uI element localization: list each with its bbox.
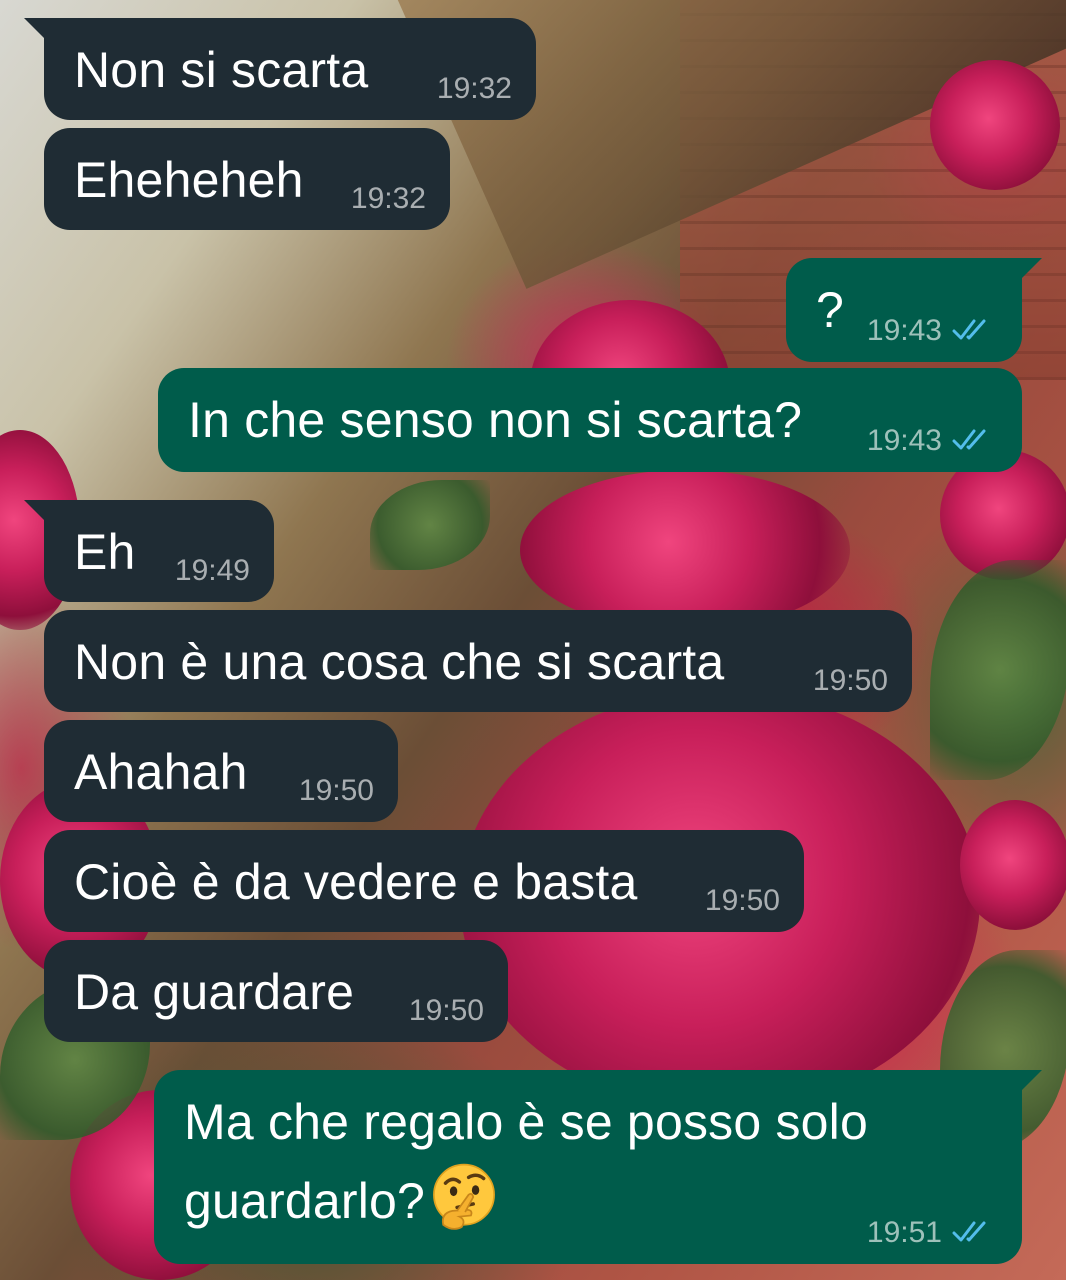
- message-text: Eheheheh: [74, 152, 304, 208]
- message-time: 19:50: [298, 774, 374, 807]
- message-meta: 19:51: [867, 1216, 996, 1250]
- message-meta: 19:43: [867, 314, 996, 348]
- incoming-message[interactable]: Da guardare 19:50: [44, 940, 508, 1042]
- incoming-message[interactable]: Eheheheh 19:32: [44, 128, 450, 230]
- message-text: Ahahah: [74, 744, 248, 800]
- message-time: 19:43: [866, 314, 942, 347]
- message-time: 19:51: [866, 1216, 942, 1249]
- outgoing-message[interactable]: Ma che regalo è se posso solo guardarlo?…: [154, 1070, 1042, 1264]
- incoming-message[interactable]: Non è una cosa che si scarta 19:50: [44, 610, 912, 712]
- message-meta: 19:43: [867, 424, 996, 458]
- incoming-message[interactable]: Eh 19:49: [24, 500, 274, 602]
- incoming-message[interactable]: Ahahah 19:50: [44, 720, 398, 822]
- message-text: ?: [816, 282, 845, 338]
- message-time: 19:50: [408, 994, 484, 1027]
- chat-messages-list: Non si scarta 19:32 Eheheheh 19:32 ? 19:…: [0, 0, 1066, 1280]
- message-text: Eh: [74, 524, 136, 580]
- thinking-face-icon: [433, 1163, 495, 1230]
- message-time: 19:50: [812, 664, 888, 697]
- message-text: Non è una cosa che si scarta: [74, 634, 725, 690]
- message-time: 19:32: [436, 72, 512, 105]
- message-text: Non si scarta: [74, 42, 369, 98]
- message-text: Da guardare: [74, 964, 355, 1020]
- outgoing-message[interactable]: In che senso non si scarta? 19:43: [158, 368, 1022, 472]
- message-time: 19:49: [174, 554, 250, 587]
- read-receipt-double-check-icon: [952, 429, 986, 450]
- message-time: 19:50: [704, 884, 780, 917]
- message-time: 19:32: [350, 182, 426, 215]
- message-text: Ma che regalo è se posso solo guardarlo?: [184, 1084, 944, 1239]
- incoming-message[interactable]: Non si scarta 19:32: [24, 18, 536, 120]
- message-time: 19:43: [866, 424, 942, 457]
- read-receipt-double-check-icon: [952, 319, 986, 340]
- message-text: Cioè è da vedere e basta: [74, 854, 638, 910]
- outgoing-message[interactable]: ? 19:43: [786, 258, 1042, 362]
- message-text-content: Ma che regalo è se posso solo guardarlo?: [184, 1094, 868, 1229]
- read-receipt-double-check-icon: [952, 1221, 986, 1242]
- incoming-message[interactable]: Cioè è da vedere e basta 19:50: [44, 830, 804, 932]
- message-text: In che senso non si scarta?: [188, 392, 803, 448]
